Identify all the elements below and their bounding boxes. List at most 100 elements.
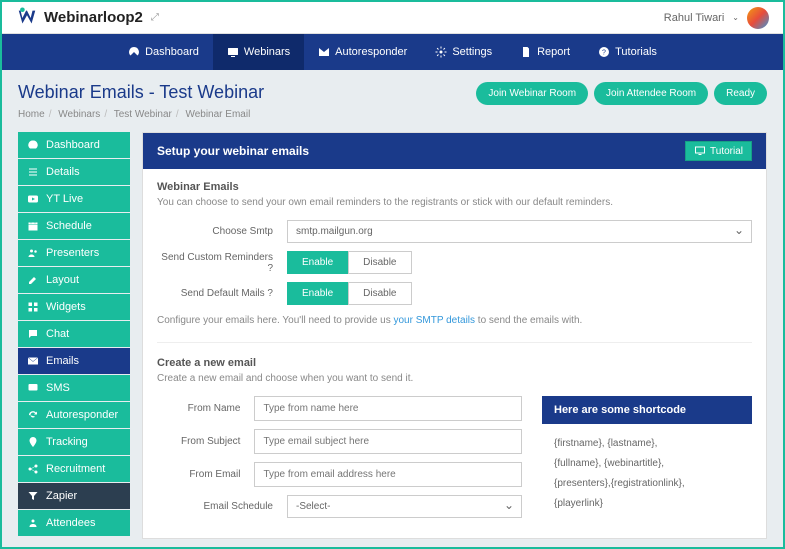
shortcode-line: {playerlink} <box>554 494 740 514</box>
schedule-select[interactable]: -Select- <box>287 495 522 518</box>
pin-icon <box>27 436 39 448</box>
share-icon <box>27 463 39 475</box>
edit-icon <box>27 274 39 286</box>
default-mails-label: Send Default Mails ? <box>157 288 287 299</box>
logo-icon <box>16 7 38 29</box>
screen-icon <box>694 145 706 157</box>
from-email-input[interactable] <box>254 462 522 487</box>
message-icon <box>27 382 39 394</box>
sidebar-item-autoresponder[interactable]: Autoresponder <box>18 402 130 428</box>
join-attendee-button[interactable]: Join Attendee Room <box>594 82 708 105</box>
smtp-label: Choose Smtp <box>157 226 287 237</box>
from-subject-row: From Subject <box>157 429 522 454</box>
smtp-select-wrap: smtp.mailgun.org <box>287 220 752 243</box>
nav-report[interactable]: Report <box>506 34 584 70</box>
crumb-webinars[interactable]: Webinars <box>58 109 100 120</box>
refresh-icon <box>27 409 39 421</box>
sidebar-item-details[interactable]: Details <box>18 159 130 185</box>
avatar <box>747 7 769 29</box>
chevron-down-icon: ⌄ <box>732 13 739 22</box>
from-email-row: From Email <box>157 462 522 487</box>
ready-button[interactable]: Ready <box>714 82 767 105</box>
from-email-label: From Email <box>157 469 254 480</box>
sidebar-item-recruitment[interactable]: Recruitment <box>18 456 130 482</box>
nav-webinars[interactable]: Webinars <box>213 34 304 70</box>
sidebar-item-layout[interactable]: Layout <box>18 267 130 293</box>
sidebar-item-presenters[interactable]: Presenters <box>18 240 130 266</box>
nav-dashboard[interactable]: Dashboard <box>114 34 213 70</box>
sidebar-item-attendees[interactable]: Attendees <box>18 510 130 536</box>
main-body: Webinar Emails You can choose to send yo… <box>143 169 766 538</box>
default-enable-button[interactable]: Enable <box>287 282 348 305</box>
section2-desc: Create a new email and choose when you w… <box>157 373 752 384</box>
shortcode-line: {firstname}, {lastname}, <box>554 434 740 454</box>
nav-tutorials[interactable]: ?Tutorials <box>584 34 671 70</box>
sidebar-item-widgets[interactable]: Widgets <box>18 294 130 320</box>
sidebar-item-dashboard[interactable]: Dashboard <box>18 132 130 158</box>
schedule-select-wrap: -Select- <box>287 495 522 518</box>
main-panel: Setup your webinar emails Tutorial Webin… <box>142 132 767 539</box>
custom-reminders-row: Send Custom Reminders ? Enable Disable <box>157 251 752 274</box>
topbar: Webinarloop2 ⤢ Rahul Tiwari ⌄ <box>2 2 783 34</box>
expand-icon[interactable]: ⤢ <box>151 12 159 23</box>
monitor-icon <box>227 46 239 58</box>
shortcode-body: {firstname}, {lastname}, {fullname}, {we… <box>542 424 752 524</box>
shortcode-column: Here are some shortcode {firstname}, {la… <box>542 396 752 526</box>
sidebar-item-schedule[interactable]: Schedule <box>18 213 130 239</box>
users-icon <box>27 247 39 259</box>
custom-disable-button[interactable]: Disable <box>348 251 411 274</box>
help-icon: ? <box>598 46 610 58</box>
sidebar-item-ytlive[interactable]: YT Live <box>18 186 130 212</box>
join-webinar-button[interactable]: Join Webinar Room <box>476 82 588 105</box>
document-icon <box>520 46 532 58</box>
sidebar-item-chat[interactable]: Chat <box>18 321 130 347</box>
dashboard-icon <box>128 46 140 58</box>
sidebar-item-sms[interactable]: SMS <box>18 375 130 401</box>
custom-enable-button[interactable]: Enable <box>287 251 348 274</box>
people-icon <box>27 517 39 529</box>
default-mails-row: Send Default Mails ? Enable Disable <box>157 282 752 305</box>
from-subject-input[interactable] <box>254 429 522 454</box>
page-actions: Join Webinar Room Join Attendee Room Rea… <box>476 82 767 105</box>
shortcode-line: {presenters},{registrationlink}, <box>554 474 740 494</box>
shortcode-title: Here are some shortcode <box>542 396 752 424</box>
sidebar-item-tracking[interactable]: Tracking <box>18 429 130 455</box>
section1-desc: You can choose to send your own email re… <box>157 197 752 208</box>
smtp-row: Choose Smtp smtp.mailgun.org <box>157 220 752 243</box>
list-icon <box>27 166 39 178</box>
crumb-current: Webinar Email <box>185 109 250 120</box>
schedule-label: Email Schedule <box>157 501 287 512</box>
crumb-test[interactable]: Test Webinar <box>114 109 172 120</box>
crumb-home[interactable]: Home <box>18 109 45 120</box>
smtp-details-link[interactable]: your SMTP details <box>394 315 476 326</box>
smtp-select[interactable]: smtp.mailgun.org <box>287 220 752 243</box>
envelope-icon <box>27 355 39 367</box>
custom-reminders-toggle: Enable Disable <box>287 251 412 274</box>
divider <box>157 342 752 343</box>
chat-icon <box>27 328 39 340</box>
gauge-icon <box>27 139 39 151</box>
main-header: Setup your webinar emails Tutorial <box>143 133 766 169</box>
two-column: From Name From Subject From Email Email … <box>157 396 752 526</box>
logo[interactable]: Webinarloop2 ⤢ <box>16 7 159 29</box>
sidebar-item-emails[interactable]: Emails <box>18 348 130 374</box>
from-name-label: From Name <box>157 403 254 414</box>
brand-text: Webinarloop2 <box>44 9 143 26</box>
sidebar: Dashboard Details YT Live Schedule Prese… <box>18 132 130 539</box>
calendar-icon <box>27 220 39 232</box>
sidebar-item-zapier[interactable]: Zapier <box>18 483 130 509</box>
filter-icon <box>27 490 39 502</box>
gear-icon <box>435 46 447 58</box>
default-disable-button[interactable]: Disable <box>348 282 411 305</box>
from-name-input[interactable] <box>254 396 522 421</box>
nav-autoresponder[interactable]: Autoresponder <box>304 34 421 70</box>
mail-icon <box>318 46 330 58</box>
shortcode-line: {fullname}, {webinartitle}, <box>554 454 740 474</box>
breadcrumb: Home/ Webinars/ Test Webinar/ Webinar Em… <box>18 109 264 120</box>
from-subject-label: From Subject <box>157 436 254 447</box>
tutorial-button[interactable]: Tutorial <box>685 141 752 161</box>
default-mails-toggle: Enable Disable <box>287 282 412 305</box>
main-title: Setup your webinar emails <box>157 144 309 158</box>
nav-settings[interactable]: Settings <box>421 34 506 70</box>
user-menu[interactable]: Rahul Tiwari ⌄ <box>664 7 769 29</box>
